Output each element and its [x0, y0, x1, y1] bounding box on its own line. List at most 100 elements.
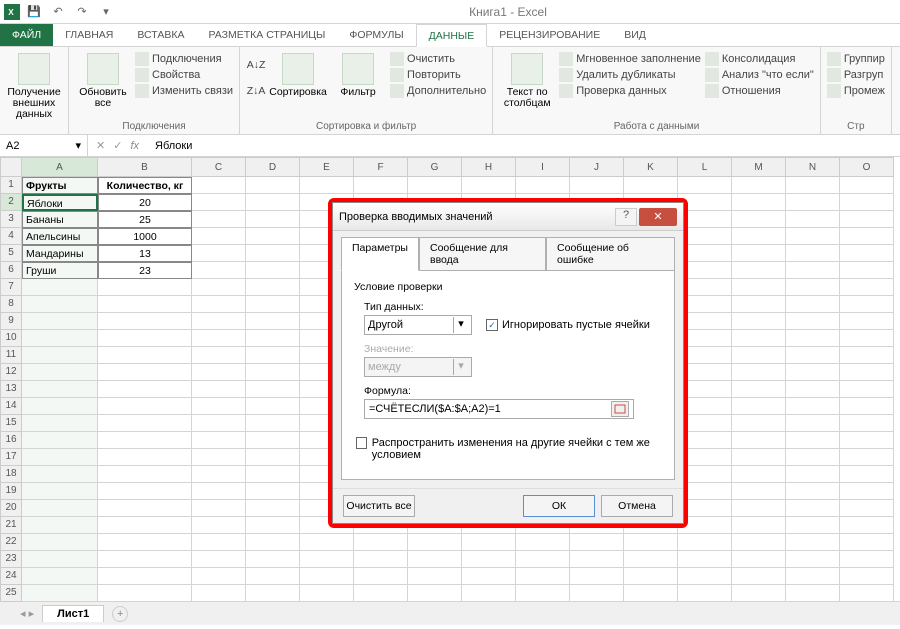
cell[interactable]	[516, 534, 570, 551]
cell[interactable]	[840, 415, 894, 432]
flash-fill-button[interactable]: Мгновенное заполнение	[559, 52, 701, 66]
cell[interactable]	[516, 551, 570, 568]
row-header[interactable]: 10	[0, 330, 22, 347]
cell[interactable]	[732, 364, 786, 381]
cell[interactable]	[786, 534, 840, 551]
cell[interactable]	[732, 381, 786, 398]
col-header[interactable]: E	[300, 157, 354, 177]
cell[interactable]	[246, 313, 300, 330]
cell[interactable]	[786, 500, 840, 517]
cell[interactable]	[840, 398, 894, 415]
cell[interactable]	[840, 228, 894, 245]
row-header[interactable]: 1	[0, 177, 22, 194]
cancel-formula-icon[interactable]: ✕	[96, 139, 105, 152]
cell[interactable]	[840, 534, 894, 551]
add-sheet-button[interactable]: +	[112, 606, 128, 622]
row-header[interactable]: 12	[0, 364, 22, 381]
cell[interactable]	[22, 432, 98, 449]
cell[interactable]	[786, 211, 840, 228]
col-header[interactable]: J	[570, 157, 624, 177]
cell[interactable]	[246, 245, 300, 262]
cell[interactable]	[786, 279, 840, 296]
row-header[interactable]: 19	[0, 483, 22, 500]
cell[interactable]	[192, 177, 246, 194]
cell[interactable]	[732, 177, 786, 194]
cell[interactable]	[98, 585, 192, 601]
ok-button[interactable]: ОК	[523, 495, 595, 517]
cell[interactable]	[246, 347, 300, 364]
cell[interactable]	[786, 194, 840, 211]
cell[interactable]	[840, 432, 894, 449]
properties-button[interactable]: Свойства	[135, 68, 233, 82]
cell[interactable]	[354, 585, 408, 601]
cell[interactable]	[192, 551, 246, 568]
cell[interactable]	[732, 347, 786, 364]
cell[interactable]	[678, 568, 732, 585]
propagate-checkbox[interactable]	[356, 437, 367, 449]
cell[interactable]	[246, 517, 300, 534]
row-header[interactable]: 8	[0, 296, 22, 313]
cell[interactable]	[22, 466, 98, 483]
cell[interactable]: 1000	[98, 228, 192, 245]
cell[interactable]	[732, 449, 786, 466]
sheet-tab[interactable]: Лист1	[42, 605, 104, 622]
cell[interactable]	[840, 449, 894, 466]
row-header[interactable]: 14	[0, 398, 22, 415]
ungroup-button[interactable]: Разгруп	[827, 68, 885, 82]
cell[interactable]	[732, 245, 786, 262]
cell[interactable]	[22, 381, 98, 398]
cell[interactable]	[786, 364, 840, 381]
col-header[interactable]: K	[624, 157, 678, 177]
cell[interactable]	[840, 347, 894, 364]
formula-input[interactable]: =СЧЁТЕСЛИ($A:$A;A2)=1	[364, 399, 634, 419]
cell[interactable]	[786, 296, 840, 313]
cell[interactable]	[732, 228, 786, 245]
row-header[interactable]: 2	[0, 194, 22, 211]
tab-file[interactable]: ФАЙЛ	[0, 24, 53, 46]
cell[interactable]	[570, 568, 624, 585]
type-select[interactable]: Другой▾	[364, 315, 472, 335]
cell[interactable]	[246, 381, 300, 398]
cell[interactable]	[300, 534, 354, 551]
cell[interactable]	[192, 364, 246, 381]
group-button[interactable]: Группир	[827, 52, 885, 66]
cell[interactable]	[246, 551, 300, 568]
cell[interactable]	[786, 517, 840, 534]
cell[interactable]	[516, 568, 570, 585]
row-header[interactable]: 7	[0, 279, 22, 296]
tab-view[interactable]: ВИД	[612, 24, 658, 46]
cell[interactable]	[192, 211, 246, 228]
cell[interactable]	[246, 483, 300, 500]
cell[interactable]	[246, 262, 300, 279]
cell[interactable]	[98, 517, 192, 534]
cell[interactable]	[98, 415, 192, 432]
cell[interactable]	[516, 177, 570, 194]
cell[interactable]	[192, 432, 246, 449]
select-all-corner[interactable]	[0, 157, 22, 177]
cell[interactable]	[192, 449, 246, 466]
cell[interactable]	[246, 500, 300, 517]
sort-button[interactable]: Сортировка	[270, 49, 326, 98]
cell[interactable]	[192, 466, 246, 483]
cell[interactable]	[786, 313, 840, 330]
cell[interactable]	[98, 500, 192, 517]
tab-home[interactable]: ГЛАВНАЯ	[53, 24, 125, 46]
row-header[interactable]: 24	[0, 568, 22, 585]
cell[interactable]	[624, 568, 678, 585]
cell[interactable]: Яблоки	[22, 194, 98, 211]
cell[interactable]	[192, 381, 246, 398]
cell[interactable]	[22, 330, 98, 347]
cell[interactable]	[98, 534, 192, 551]
cell[interactable]	[732, 296, 786, 313]
cell[interactable]	[786, 245, 840, 262]
cell[interactable]	[786, 483, 840, 500]
cell[interactable]	[732, 330, 786, 347]
cell[interactable]	[462, 585, 516, 601]
tab-insert[interactable]: ВСТАВКА	[125, 24, 196, 46]
cell[interactable]	[192, 262, 246, 279]
text-to-columns-button[interactable]: Текст по столбцам	[499, 49, 555, 109]
cell[interactable]	[732, 194, 786, 211]
row-header[interactable]: 3	[0, 211, 22, 228]
cell[interactable]	[98, 296, 192, 313]
cell[interactable]	[840, 313, 894, 330]
